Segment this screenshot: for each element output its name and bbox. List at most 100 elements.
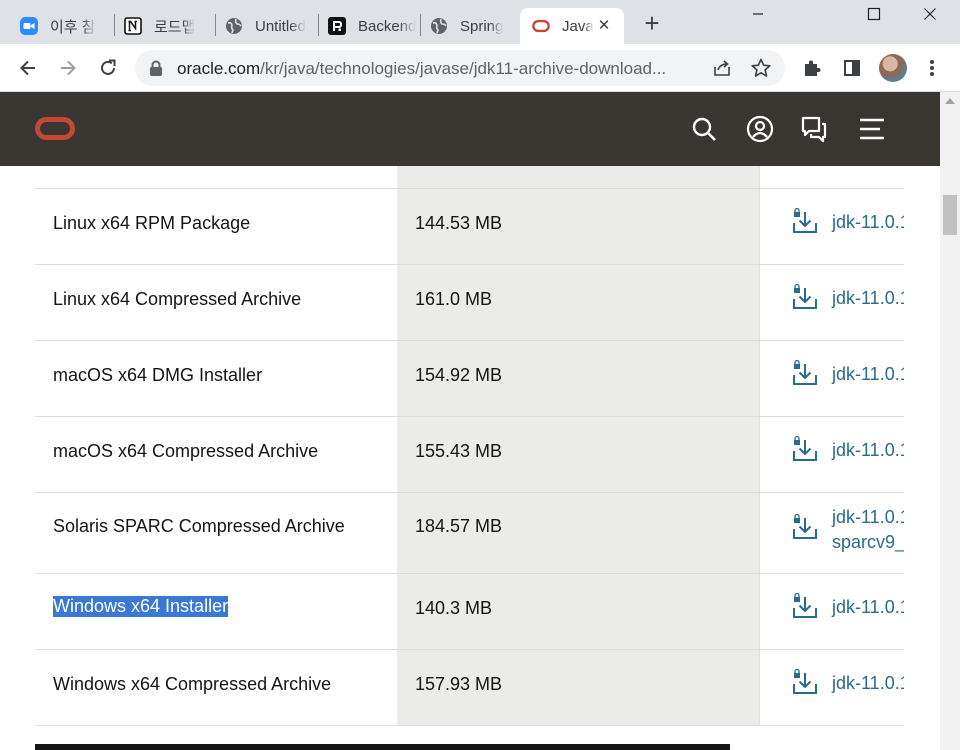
download-cell: jdk-11.0.15 [791,265,904,341]
tab-label: 로드맵 [154,18,196,36]
url-text: oracle.com/kr/java/technologies/javase/j… [177,59,707,79]
product-name: Windows x64 Compressed Archive [53,674,332,694]
side-panel-button[interactable] [840,56,864,80]
download-link-line2[interactable]: sparcv9_ [832,530,904,555]
side-panel-icon [844,60,860,76]
tab-label: Backend [358,17,416,35]
download-link[interactable]: jdk-11.0.15 [832,362,904,387]
roadmap-r-icon [328,17,346,35]
close-tab-icon[interactable]: ✕ [594,16,614,36]
file-size: 140.3 MB [415,598,493,618]
hamburger-menu-icon [860,118,884,140]
product-name: macOS x64 DMG Installer [53,365,263,385]
scroll-up-arrow-icon[interactable] [945,98,955,104]
download-link[interactable]: jdk-11.0.15 [832,438,904,463]
file-size: 144.53 MB [415,213,503,233]
user-account-icon [746,115,774,143]
account-button[interactable] [746,115,774,143]
table-row: Linux x64 Compressed Archive 161.0 MB jd… [35,265,904,341]
zoom-icon [20,17,38,35]
product-name: macOS x64 Compressed Archive [53,441,319,461]
site-menu-button[interactable] [858,115,886,143]
tab-label: Spring [460,17,504,35]
contact-sales-button[interactable] [800,115,828,143]
kebab-menu-icon [930,60,934,76]
file-size: 184.57 MB [415,516,503,536]
scrollbar-thumb[interactable] [943,195,957,235]
forward-arrow-icon [61,60,76,76]
search-icon [692,117,716,141]
download-link[interactable]: jdk-11.0.15 [832,210,904,235]
page-scrollbar[interactable] [940,92,960,750]
address-bar[interactable]: oracle.com/kr/java/technologies/javase/j… [135,50,785,86]
forward-button[interactable] [54,54,82,82]
minimize-button[interactable] [728,0,788,28]
download-cell: jdk-11.0.15 [791,341,904,417]
download-cell: jdk-11.0.15 [791,574,904,650]
oracle-logo[interactable] [35,117,75,140]
lock-icon [150,60,162,76]
download-link[interactable]: jdk-11.0.15 [832,595,904,620]
download-lock-icon[interactable] [791,513,819,541]
section-footer-bar [35,744,730,750]
puzzle-icon [805,60,821,76]
file-size: 154.92 MB [415,365,503,385]
file-size: 161.0 MB [415,289,493,309]
download-cell: jdk-11.0.15 [791,189,904,265]
table-row: Windows x64 Compressed Archive 157.93 MB… [35,650,904,726]
url-host: oracle.com [177,59,261,78]
back-arrow-icon [20,60,35,76]
table-row: Linux x64 RPM Package 144.53 MB jdk-11.0… [35,189,904,265]
downloads-table: Linux x64 RPM Package 144.53 MB jdk-11.0… [0,166,940,750]
download-link[interactable]: jdk-11.0.15 [832,505,904,530]
tab-untitled[interactable]: Untitled [213,8,313,44]
tab-label: 이후 참 [50,18,96,36]
extensions-button[interactable] [800,56,824,80]
notion-icon [124,17,142,35]
table-row: macOS x64 Compressed Archive 155.43 MB j… [35,417,904,493]
tab-zoom[interactable]: 이후 참 [8,8,108,44]
tab-notion[interactable]: 로드맵 [112,8,212,44]
share-icon[interactable] [712,58,732,78]
file-size: 155.43 MB [415,441,503,461]
download-lock-icon[interactable] [791,207,819,235]
tab-spring[interactable]: Spring [418,8,518,44]
tab-java[interactable]: Java ✕ [520,8,624,44]
tab-label: Untitled [255,17,306,35]
download-lock-icon[interactable] [791,283,819,311]
download-lock-icon[interactable] [791,435,819,463]
download-cell: jdk-11.0.15 [791,417,904,493]
browser-toolbar: oracle.com/kr/java/technologies/javase/j… [0,44,960,92]
tab-backend[interactable]: Backend [316,8,416,44]
download-lock-icon[interactable] [791,359,819,387]
site-search-button[interactable] [690,115,718,143]
globe-icon [225,17,243,35]
download-cell: jdk-11.0.15 [791,650,904,726]
table-row: Solaris SPARC Compressed Archive 184.57 … [35,493,904,574]
new-tab-button[interactable]: + [638,10,666,38]
download-link[interactable]: jdk-11.0.15 [832,286,904,311]
bookmark-star-icon[interactable] [750,57,772,79]
oracle-icon [532,17,550,35]
reload-icon [101,59,116,75]
globe-icon [430,17,448,35]
back-button[interactable] [14,54,42,82]
file-size: 157.93 MB [415,674,503,694]
product-name: Linux x64 RPM Package [53,213,251,233]
url-path: /kr/java/technologies/javase/jdk11-archi… [260,59,667,78]
chat-icon [801,116,827,143]
table-row: Windows x64 Installer 140.3 MB jdk-11.0.… [35,574,904,650]
maximize-button[interactable] [844,0,904,28]
profile-avatar[interactable] [879,54,907,82]
download-link[interactable]: jdk-11.0.15 [832,671,904,696]
close-window-button[interactable] [900,0,960,28]
product-name: Linux x64 Compressed Archive [53,289,302,309]
reload-button[interactable] [94,54,122,82]
download-lock-icon[interactable] [791,668,819,696]
table-row: macOS x64 DMG Installer 154.92 MB jdk-11… [35,341,904,417]
product-name-selected: Windows x64 Installer [53,596,229,617]
browser-menu-button[interactable] [920,56,944,80]
product-name: Solaris SPARC Compressed Archive [53,516,345,536]
download-lock-icon[interactable] [791,592,819,620]
tab-strip: 이후 참 로드맵 Untitled Backend Spring Java ✕ … [0,0,960,44]
